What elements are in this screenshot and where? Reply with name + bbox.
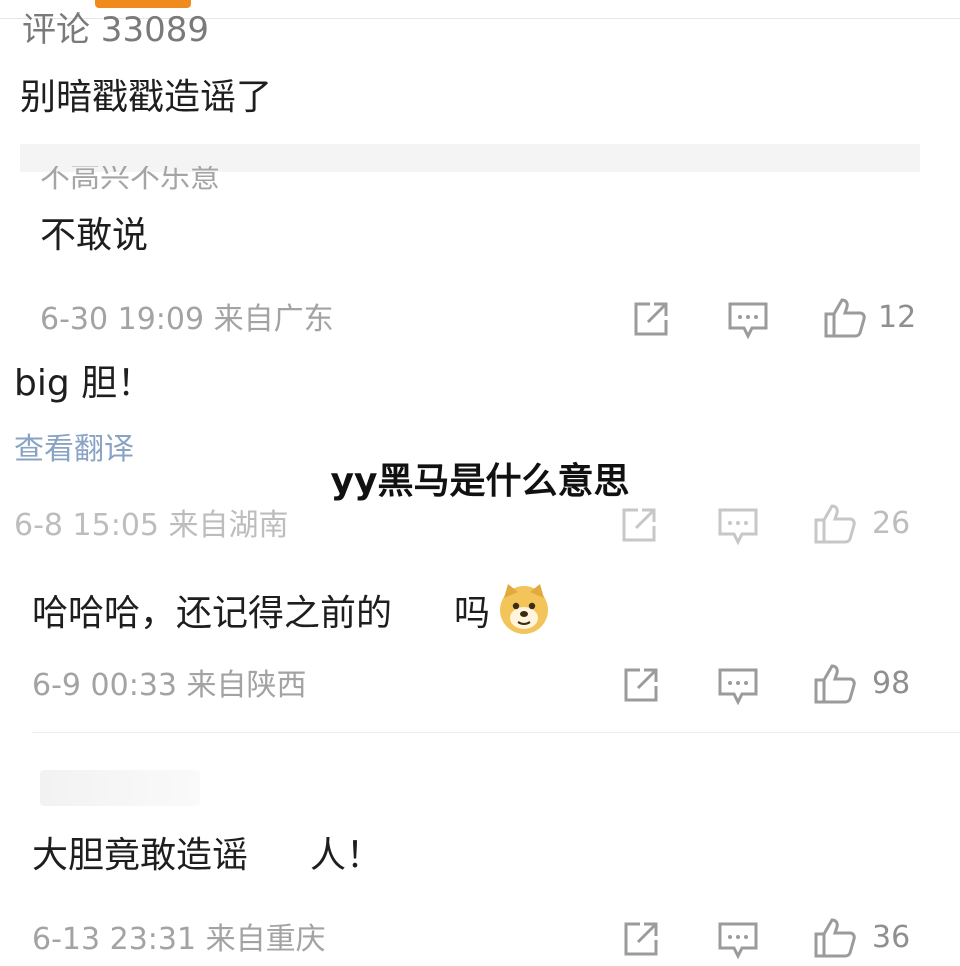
comment-text: big 胆！ bbox=[14, 363, 154, 404]
thumbs-up-icon bbox=[814, 504, 856, 544]
share-icon bbox=[622, 508, 656, 542]
comment-text-row: 哈哈哈，还记得之前的 吗 bbox=[32, 580, 552, 647]
comment-location: 来自湖南 bbox=[168, 508, 289, 543]
comment-text-tail: 人！ bbox=[310, 835, 383, 876]
doge-emoji bbox=[496, 580, 552, 647]
thumbs-up-icon bbox=[824, 298, 866, 338]
like-count: 36 bbox=[872, 920, 911, 955]
like-button[interactable]: 26 bbox=[812, 502, 910, 546]
comment-text-row: 大胆竟敢造谣 人！ bbox=[32, 834, 382, 878]
comment-text: 不敢说 bbox=[40, 215, 149, 256]
reply-button[interactable] bbox=[716, 920, 760, 960]
like-count: 98 bbox=[872, 666, 911, 701]
comment-icon bbox=[718, 922, 758, 960]
comment-meta: 6-13 23:31 来自重庆 bbox=[32, 922, 326, 958]
like-count: 12 bbox=[878, 300, 917, 335]
blurred-username bbox=[40, 770, 200, 806]
comment-icon bbox=[728, 302, 768, 340]
overlay-title: yy黑马是什么意思 bbox=[330, 461, 630, 502]
active-tab-indicator bbox=[95, 0, 191, 8]
comment-icon bbox=[718, 668, 758, 706]
comment-meta: 6-8 15:05 来自湖南 bbox=[14, 508, 289, 544]
comment-meta: 6-30 19:09 来自广东 bbox=[40, 302, 334, 338]
thumbs-up-icon bbox=[814, 664, 856, 704]
share-icon bbox=[624, 668, 658, 702]
comment-location: 来自陕西 bbox=[186, 668, 307, 703]
comment-location: 来自广东 bbox=[213, 302, 334, 337]
comment-location: 来自重庆 bbox=[205, 922, 326, 957]
comment-text: 哈哈哈，还记得之前的 bbox=[32, 592, 393, 634]
share-button[interactable] bbox=[618, 504, 660, 546]
comment-text: 别暗戳戳造谣了 bbox=[20, 77, 273, 118]
share-icon bbox=[624, 922, 658, 956]
thumbs-up-icon bbox=[814, 918, 856, 958]
like-count: 26 bbox=[872, 506, 911, 541]
comment-count-partial: 评论 33089 bbox=[22, 10, 209, 50]
comment-time: 6-30 19:09 bbox=[40, 302, 205, 337]
comment-meta: 6-9 00:33 来自陕西 bbox=[32, 668, 307, 704]
comment-time: 6-8 15:05 bbox=[14, 508, 159, 543]
comment-text-tail: 吗 bbox=[454, 592, 491, 634]
comment-time: 6-13 23:31 bbox=[32, 922, 197, 957]
reply-button[interactable] bbox=[716, 666, 760, 706]
share-button[interactable] bbox=[630, 298, 672, 340]
quoted-text-partial: 不高兴不乐意 bbox=[40, 166, 220, 190]
comment-divider bbox=[32, 732, 960, 733]
comment-time: 6-9 00:33 bbox=[32, 668, 177, 703]
comment-text: 大胆竟敢造谣 bbox=[32, 835, 249, 876]
like-button[interactable]: 36 bbox=[812, 916, 910, 960]
share-button[interactable] bbox=[620, 918, 662, 960]
share-icon bbox=[634, 302, 668, 336]
like-button[interactable]: 12 bbox=[822, 296, 916, 340]
like-button[interactable]: 98 bbox=[812, 662, 910, 706]
reply-button[interactable] bbox=[726, 300, 770, 340]
reply-button[interactable] bbox=[716, 506, 760, 546]
comment-icon bbox=[718, 508, 758, 546]
doge-icon bbox=[500, 584, 549, 634]
share-button[interactable] bbox=[620, 664, 662, 706]
